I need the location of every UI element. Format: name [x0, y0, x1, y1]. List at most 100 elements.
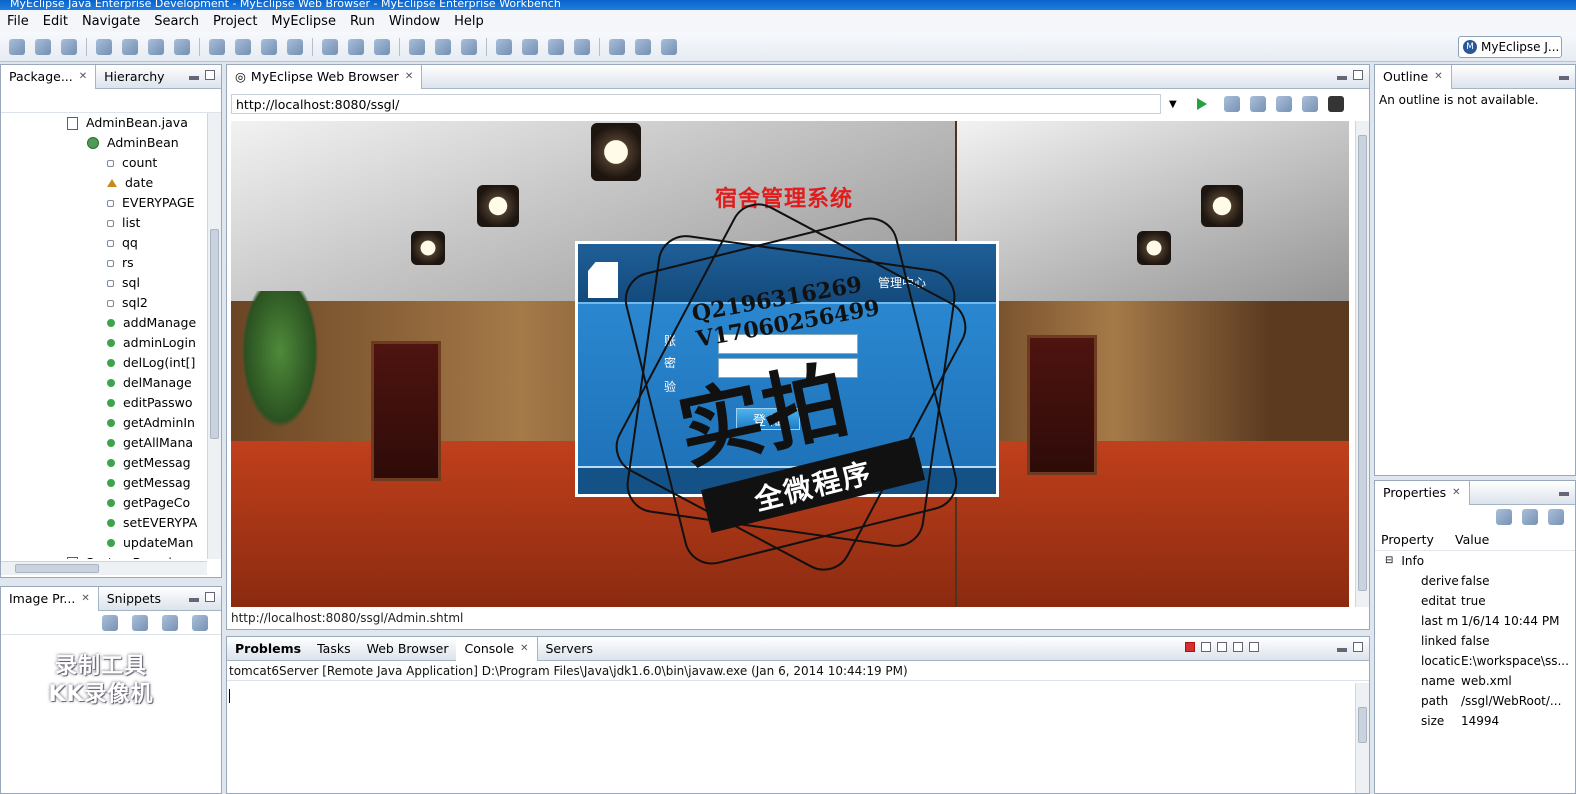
- filter-icon[interactable]: [1522, 509, 1538, 525]
- tree-item[interactable]: sql2: [1, 293, 207, 313]
- tree-item[interactable]: getAllMana: [1, 433, 207, 453]
- property-row[interactable]: path/ssgl/WebRoot/...: [1375, 691, 1575, 711]
- new-icon[interactable]: [9, 38, 25, 55]
- tree-item[interactable]: adminLogin: [1, 333, 207, 353]
- globe-icon[interactable]: [287, 38, 303, 55]
- go-icon[interactable]: [1196, 98, 1207, 110]
- minimize-icon[interactable]: [1337, 648, 1347, 652]
- minimize-icon[interactable]: [1337, 76, 1347, 80]
- menu-edit[interactable]: Edit: [36, 14, 75, 29]
- refresh-icon[interactable]: [461, 38, 477, 55]
- menu-project[interactable]: Project: [206, 14, 264, 29]
- property-row[interactable]: size 14994: [1375, 711, 1575, 731]
- tree-item[interactable]: delLog(int[]: [1, 353, 207, 373]
- menu-file[interactable]: File: [0, 14, 36, 29]
- password-input[interactable]: [718, 358, 858, 378]
- close-icon[interactable]: ✕: [1452, 487, 1460, 498]
- menu-myeclipse[interactable]: MyEclipse: [264, 14, 343, 29]
- tree-item[interactable]: AdminBean: [1, 133, 207, 153]
- debug-icon[interactable]: [322, 38, 338, 55]
- tab-package-explorer[interactable]: Package... ✕: [1, 65, 97, 89]
- property-row[interactable]: editat true: [1375, 591, 1575, 611]
- menu-run[interactable]: Run: [343, 14, 382, 29]
- tab-hierarchy[interactable]: Hierarchy: [96, 65, 172, 89]
- horizontal-scrollbar[interactable]: [1, 561, 207, 575]
- tree-item[interactable]: getPageCo: [1, 493, 207, 513]
- back-icon[interactable]: [609, 38, 625, 55]
- scroll-thumb[interactable]: [15, 564, 99, 573]
- tree-item[interactable]: SystemBean.java: [1, 553, 207, 559]
- clear-console-icon[interactable]: [1217, 642, 1227, 652]
- back-icon[interactable]: [1223, 96, 1240, 112]
- tab-properties[interactable]: Properties ✕: [1375, 481, 1470, 505]
- tree-item[interactable]: getMessag: [1, 473, 207, 493]
- refresh-icon[interactable]: [1301, 96, 1318, 112]
- property-row[interactable]: name web.xml: [1375, 671, 1575, 691]
- maximize-icon[interactable]: [1353, 642, 1363, 652]
- tree-item[interactable]: AdminBean.java: [1, 113, 207, 133]
- forward-icon[interactable]: [635, 38, 651, 55]
- forward-icon[interactable]: [1249, 96, 1266, 112]
- tab-problems[interactable]: Problems: [227, 637, 309, 661]
- scroll-thumb[interactable]: [210, 229, 219, 439]
- scroll-thumb[interactable]: [1358, 135, 1367, 591]
- zoom-fit-icon[interactable]: [102, 614, 118, 631]
- new-package-icon[interactable]: [235, 38, 251, 55]
- menu-navigate[interactable]: Navigate: [75, 14, 147, 29]
- run-icon[interactable]: [348, 38, 364, 55]
- close-icon[interactable]: ✕: [81, 593, 89, 604]
- close-icon[interactable]: ✕: [1434, 71, 1442, 82]
- tree-item[interactable]: EVERYPAGE: [1, 193, 207, 213]
- web-page-view[interactable]: 宿舍管理系统 管理中心 账 密 验 登 陆 Q2196316269 V17060…: [231, 121, 1349, 607]
- tree-item[interactable]: updateMan: [1, 533, 207, 553]
- url-input[interactable]: [231, 94, 1161, 114]
- categories-icon[interactable]: [1496, 509, 1512, 525]
- zoom-in-icon[interactable]: [162, 614, 178, 631]
- tree-item[interactable]: rs: [1, 253, 207, 273]
- menu-search[interactable]: Search: [147, 14, 206, 29]
- search-icon[interactable]: [409, 38, 425, 55]
- perspective-switcher[interactable]: M MyEclipse J...: [1458, 36, 1562, 58]
- tab-web-browser[interactable]: Web Browser: [359, 637, 457, 661]
- tree-item[interactable]: sql: [1, 273, 207, 293]
- close-icon[interactable]: ✕: [520, 643, 528, 654]
- restore-default-icon[interactable]: [1548, 509, 1564, 525]
- external-tools-icon[interactable]: [374, 38, 390, 55]
- minimize-icon[interactable]: [189, 598, 199, 602]
- tree-item[interactable]: getAdminIn: [1, 413, 207, 433]
- tree-item[interactable]: setEVERYPA: [1, 513, 207, 533]
- minimize-icon[interactable]: [189, 76, 199, 80]
- server-icon[interactable]: [96, 38, 112, 55]
- scroll-lock-icon[interactable]: [1233, 642, 1243, 652]
- menu-window[interactable]: Window: [382, 14, 447, 29]
- new-project-icon[interactable]: [209, 38, 225, 55]
- new-class-icon[interactable]: [261, 38, 277, 55]
- console-output[interactable]: [227, 683, 1353, 793]
- remove-launch-icon[interactable]: [1201, 642, 1211, 652]
- save-icon[interactable]: [35, 38, 51, 55]
- tab-console[interactable]: Console ✕: [456, 637, 538, 661]
- login-button[interactable]: 登 陆: [736, 408, 800, 430]
- tree-item[interactable]: count: [1, 153, 207, 173]
- last-edit-icon[interactable]: [661, 38, 677, 55]
- tab-snippets[interactable]: Snippets: [99, 587, 169, 611]
- actual-size-icon[interactable]: [192, 614, 208, 631]
- maximize-icon[interactable]: [1353, 70, 1363, 80]
- scroll-thumb[interactable]: [1358, 707, 1367, 743]
- account-input[interactable]: [718, 334, 858, 354]
- tab-web-browser[interactable]: ◎ MyEclipse Web Browser ✕: [227, 65, 423, 89]
- screen-icon[interactable]: [1327, 96, 1344, 112]
- annotation-icon[interactable]: [548, 38, 564, 55]
- tab-tasks[interactable]: Tasks: [309, 637, 359, 661]
- zoom-out-icon[interactable]: [132, 614, 148, 631]
- property-row[interactable]: derive false: [1375, 571, 1575, 591]
- tree-item[interactable]: editPasswo: [1, 393, 207, 413]
- folder-icon[interactable]: [496, 38, 512, 55]
- minimize-icon[interactable]: [1559, 76, 1569, 80]
- tab-outline[interactable]: Outline ✕: [1375, 65, 1452, 89]
- property-row[interactable]: linked false: [1375, 631, 1575, 651]
- database-icon[interactable]: [148, 38, 164, 55]
- properties-group[interactable]: ⊟ Info: [1375, 551, 1575, 571]
- maximize-icon[interactable]: [205, 592, 215, 602]
- print-icon[interactable]: [61, 38, 77, 55]
